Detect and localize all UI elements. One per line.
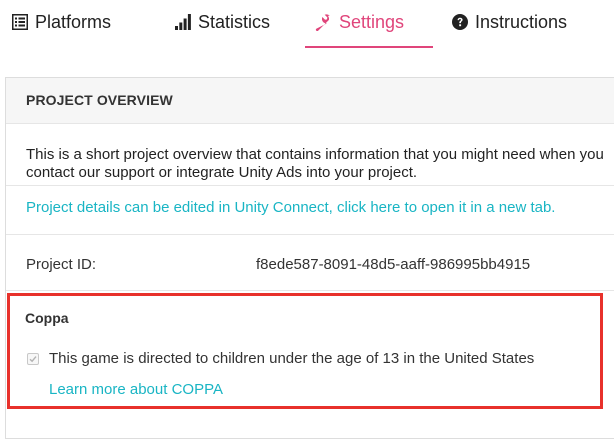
bar-chart-icon — [175, 14, 191, 30]
coppa-checkbox-label: This game is directed to children under … — [49, 350, 535, 367]
project-id-value: f8ede587-8091-48d5-aaff-986995bb4915 — [256, 256, 531, 273]
tab-settings-label: Settings — [339, 11, 405, 32]
tab-statistics-label: Statistics — [198, 11, 271, 32]
tab-statistics[interactable]: Statistics — [175, 7, 270, 37]
checkmark-icon — [29, 356, 37, 363]
tab-platforms-label: Platforms — [35, 11, 112, 32]
coppa-section: Coppa This game is directed to children … — [7, 293, 603, 409]
coppa-checkbox[interactable] — [27, 353, 39, 365]
tab-settings[interactable]: Settings — [315, 7, 404, 37]
wrench-icon — [315, 13, 332, 31]
coppa-title: Coppa — [25, 310, 69, 326]
unity-connect-link[interactable]: Project details can be edited in Unity C… — [26, 199, 555, 216]
overview-description: This is a short project overview that co… — [26, 146, 604, 181]
tab-platforms[interactable]: Platforms — [12, 7, 111, 37]
list-icon — [12, 14, 28, 30]
divider — [6, 185, 614, 186]
tab-instructions[interactable]: Instructions — [452, 7, 567, 37]
divider — [6, 290, 614, 291]
panel-title: PROJECT OVERVIEW — [26, 92, 173, 108]
active-tab-indicator — [305, 46, 433, 48]
project-id-label: Project ID: — [26, 256, 97, 273]
panel-header: PROJECT OVERVIEW — [6, 78, 614, 124]
tab-instructions-label: Instructions — [475, 11, 568, 32]
divider — [6, 234, 614, 235]
learn-more-coppa-link[interactable]: Learn more about COPPA — [49, 381, 223, 398]
tab-bar: Platforms Statistics Settings Instructio… — [0, 0, 614, 50]
question-circle-icon — [452, 14, 468, 30]
